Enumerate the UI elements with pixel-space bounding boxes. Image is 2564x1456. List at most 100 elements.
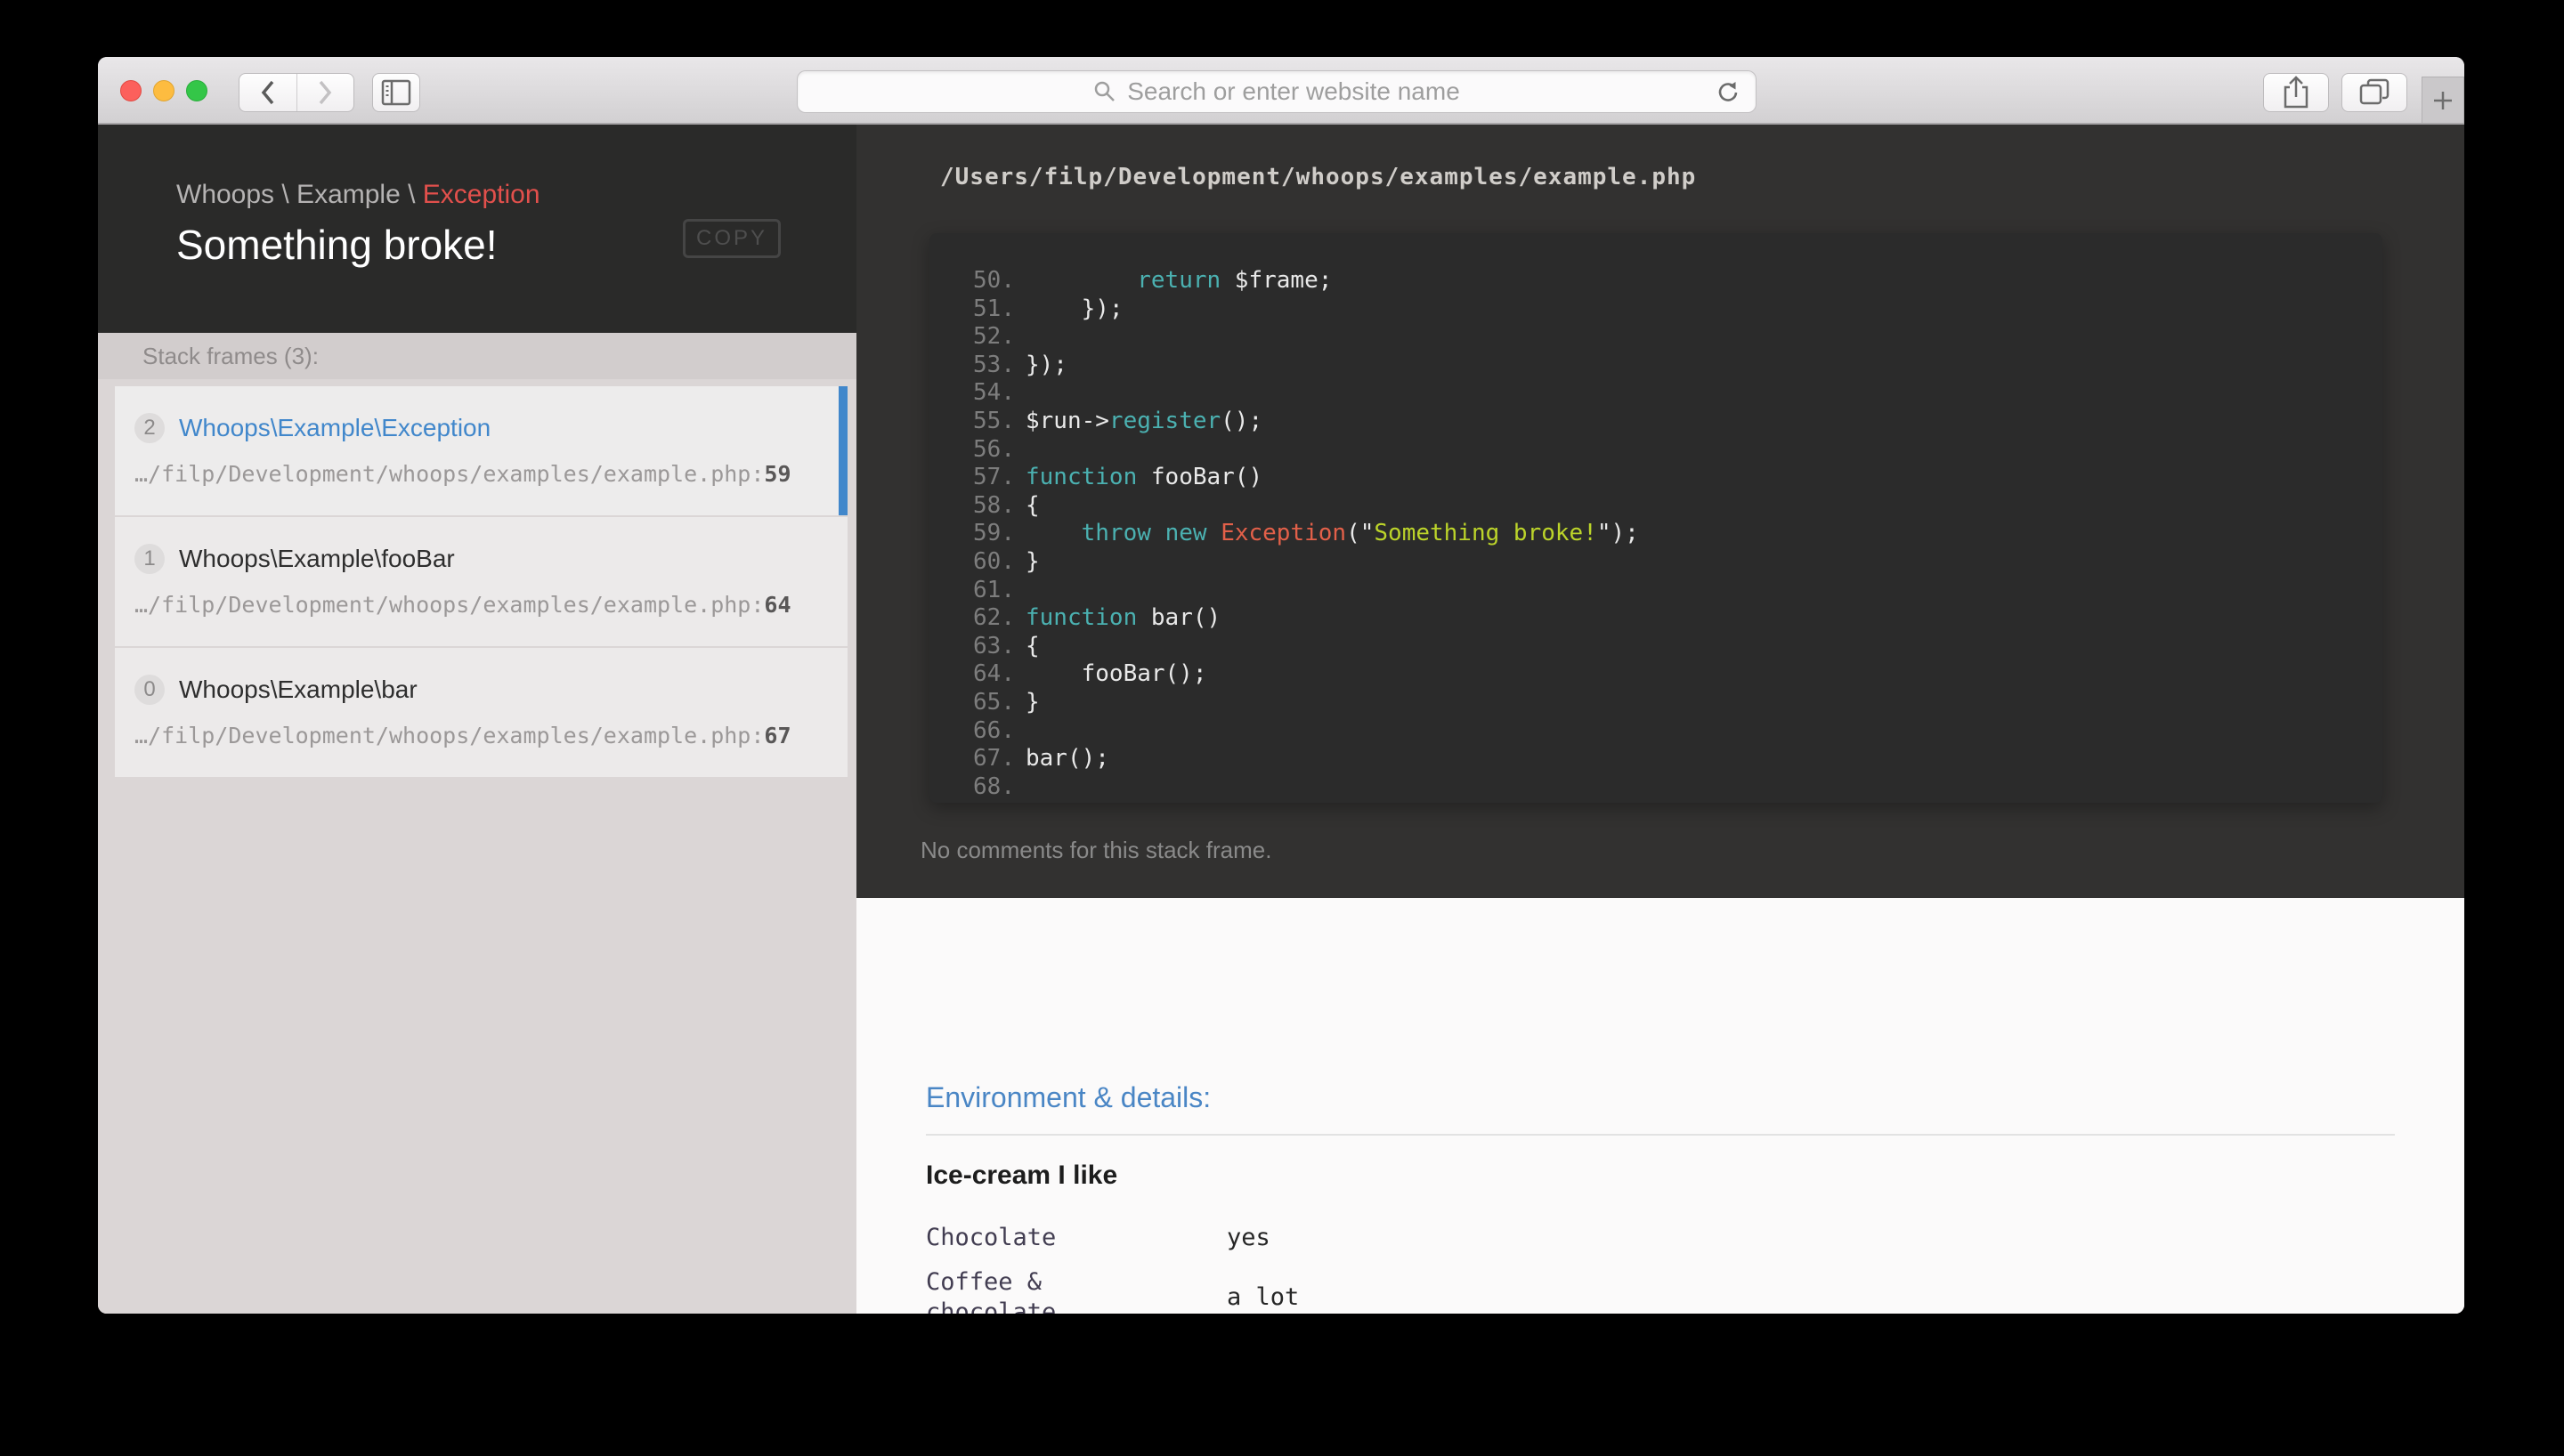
desktop-background: Search or enter website name Whoops \ Ex…	[0, 0, 2564, 1456]
frame-header-row: 1 Whoops\Example\fooBar	[134, 544, 848, 574]
env-key: Chocolate	[926, 1224, 1057, 1251]
code-line: 58.{	[929, 492, 2382, 521]
code-line: 59. throw new Exception("Something broke…	[929, 520, 2382, 548]
breadcrumb-namespace: Whoops \ Example \	[176, 180, 423, 209]
code-line: 56.	[929, 436, 2382, 465]
sidebar-toggle-button[interactable]	[372, 73, 420, 112]
frame-index-badge: 1	[134, 544, 165, 574]
env-value: a lot	[1227, 1283, 1300, 1311]
code-line-number: 67.	[973, 745, 1015, 772]
code-line: 55. $run->register();	[929, 408, 2382, 436]
reload-button[interactable]	[1715, 79, 1741, 106]
exception-header: Whoops \ Example \ Exception Something b…	[98, 125, 856, 333]
share-button[interactable]	[2263, 73, 2329, 112]
frame-class-name: Whoops\Example\fooBar	[179, 545, 455, 572]
stack-frame-item[interactable]: 1 Whoops\Example\fooBar …/filp/Developme…	[115, 517, 848, 646]
code-line-number: 62.	[973, 604, 1015, 632]
stack-frame-item[interactable]: 2 Whoops\Example\Exception …/filp/Develo…	[115, 386, 848, 515]
code-line-number: 57.	[973, 464, 1015, 491]
frame-class-name: Whoops\Example\bar	[179, 675, 418, 703]
chevron-right-icon	[319, 80, 332, 105]
new-tab-button[interactable]	[2422, 77, 2464, 123]
whoops-left-panel: Whoops \ Example \ Exception Something b…	[98, 125, 856, 1314]
code-line-number: 59.	[973, 520, 1015, 547]
address-bar-placeholder: Search or enter website name	[1093, 77, 1460, 106]
code-line: 53.});	[929, 352, 2382, 380]
frame-file-path: …/filp/Development/whoops/examples/examp…	[134, 592, 765, 618]
page-content: Whoops \ Example \ Exception Something b…	[98, 125, 2464, 1314]
forward-button[interactable]	[296, 74, 354, 111]
code-line: 60.}	[929, 548, 2382, 577]
code-line: 65.}	[929, 689, 2382, 717]
whoops-right-panel: /Users/filp/Development/whoops/examples/…	[856, 125, 2464, 1314]
active-frame-file-path: /Users/filp/Development/whoops/examples/…	[940, 164, 1697, 190]
code-line: 67. bar();	[929, 745, 2382, 773]
code-line-number: 52.	[973, 323, 1015, 351]
code-line: 64. fooBar();	[929, 660, 2382, 689]
code-container: 50. return $frame; 51. }); 52. 53.}); 54. 55.…	[929, 233, 2382, 803]
stack-frame-item[interactable]: 0 Whoops\Example\bar …/filp/Development/…	[115, 648, 848, 777]
frame-comments-empty-text: No comments for this stack frame.	[921, 837, 1272, 863]
minimize-window-button[interactable]	[153, 80, 174, 101]
code-line-number: 60.	[973, 547, 1015, 575]
tabs-icon	[2359, 78, 2390, 105]
code-line-number: 66.	[973, 716, 1015, 744]
code-line-number: 64.	[973, 660, 1015, 688]
environment-details-panel: Environment & details: Ice-cream I like …	[856, 898, 2464, 1314]
address-bar[interactable]: Search or enter website name	[797, 70, 1757, 113]
code-line-number: 55.	[973, 407, 1015, 434]
exception-breadcrumb: Whoops \ Example \ Exception	[176, 180, 856, 210]
env-value: yes	[1227, 1224, 1270, 1251]
frame-line-number: 67	[764, 723, 791, 748]
code-line: 61.	[929, 577, 2382, 605]
frame-index-badge: 0	[134, 675, 165, 705]
env-table-body: ChocolateyesCoffee & chocolatea lotStraw…	[926, 1216, 1299, 1314]
stack-frames-area: 2 Whoops\Example\Exception …/filp/Develo…	[98, 379, 856, 1314]
code-line-number: 61.	[973, 576, 1015, 603]
code-line-number: 58.	[973, 491, 1015, 519]
stack-frames-label: Stack frames (3):	[98, 333, 856, 379]
frame-header-row: 2 Whoops\Example\Exception	[134, 413, 839, 443]
chevron-left-icon	[261, 80, 274, 105]
env-table-title: Ice-cream I like	[926, 1161, 1118, 1190]
code-line: 50. return $frame;	[929, 267, 2382, 295]
browser-toolbar: Search or enter website name	[98, 57, 2464, 125]
frame-class-name: Whoops\Example\Exception	[179, 414, 491, 441]
frame-header-row: 0 Whoops\Example\bar	[134, 675, 848, 705]
environment-details-heading: Environment & details:	[926, 1081, 1212, 1113]
back-button[interactable]	[239, 74, 296, 111]
plus-icon	[2434, 91, 2452, 109]
window-controls	[120, 80, 207, 101]
copy-button[interactable]: COPY	[682, 219, 781, 258]
stack-frame-list: 2 Whoops\Example\Exception …/filp/Develo…	[115, 386, 848, 777]
env-key: Coffee & chocolate	[926, 1268, 1057, 1314]
breadcrumb-exception-class: Exception	[422, 180, 540, 209]
show-all-tabs-button[interactable]	[2341, 73, 2407, 112]
code-line-number: 54.	[973, 379, 1015, 407]
code-line-number: 50.	[973, 267, 1015, 294]
search-icon	[1094, 81, 1116, 101]
zoom-window-button[interactable]	[186, 80, 207, 101]
code-line: 52.	[929, 323, 2382, 352]
share-icon	[2284, 76, 2308, 109]
frame-line-number: 59	[764, 461, 791, 487]
code-line: 57. function fooBar()	[929, 464, 2382, 492]
code-line: 54.	[929, 379, 2382, 408]
code-line: 68.	[929, 773, 2382, 802]
frame-file-path: …/filp/Development/whoops/examples/examp…	[134, 461, 765, 487]
code-line-number: 65.	[973, 688, 1015, 716]
details-divider	[926, 1134, 2395, 1136]
env-table-row: Coffee & chocolate a lot	[926, 1260, 1299, 1314]
frame-file-path: …/filp/Development/whoops/examples/examp…	[134, 723, 765, 748]
env-table: ChocolateyesCoffee & chocolatea lotStraw…	[926, 1216, 1299, 1314]
code-line: 62. function bar()	[929, 604, 2382, 633]
reload-icon	[1718, 82, 1738, 101]
close-window-button[interactable]	[120, 80, 142, 101]
frame-file-path-row: …/filp/Development/whoops/examples/examp…	[134, 723, 848, 748]
frame-file-path-row: …/filp/Development/whoops/examples/examp…	[134, 461, 839, 487]
sidebar-icon	[381, 79, 411, 106]
history-nav-group	[239, 73, 354, 112]
code-line: 66.	[929, 717, 2382, 746]
code-line: 51. });	[929, 295, 2382, 324]
code-block: 50. return $frame; 51. }); 52. 53.}); 54. 55.…	[929, 267, 2382, 801]
